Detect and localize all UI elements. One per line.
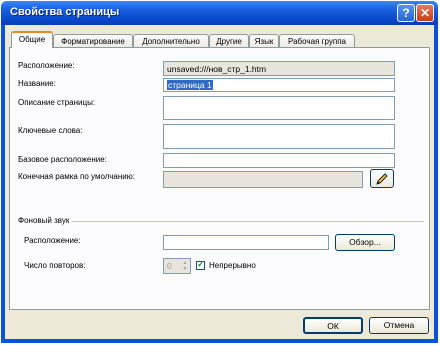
tab-workgroup[interactable]: Рабочая группа	[279, 34, 355, 47]
base-location-label: Базовое расположение:	[18, 155, 107, 164]
sound-location-label: Расположение:	[24, 236, 81, 245]
location-label: Расположение:	[18, 61, 75, 70]
section-divider	[72, 221, 424, 222]
pencil-icon	[376, 173, 388, 185]
dialog-title: Свойства страницы	[10, 6, 120, 18]
dialog-body: Общие Форматирование Дополнительно Други…	[5, 25, 434, 339]
page-properties-dialog: Свойства страницы ? ✕ Общие Форматирован…	[1, 1, 438, 343]
edit-target-frame-button[interactable]	[370, 169, 394, 188]
title-label: Название:	[18, 79, 56, 88]
cancel-button[interactable]: Отмена	[369, 317, 429, 334]
tab-general[interactable]: Общие	[11, 31, 53, 48]
background-sound-section-label: Фоновый звук	[18, 216, 70, 225]
location-value: unsaved:///нов_стр_1.htm	[167, 64, 267, 74]
loop-count-label: Число повторов:	[24, 261, 86, 270]
base-location-input[interactable]	[163, 153, 395, 168]
help-button[interactable]: ?	[397, 4, 415, 22]
close-button[interactable]: ✕	[416, 4, 434, 22]
description-input[interactable]	[163, 96, 395, 120]
default-target-frame-label: Конечная рамка по умолчанию:	[18, 172, 135, 181]
tab-language[interactable]: Язык	[249, 34, 279, 47]
keywords-input[interactable]	[163, 124, 395, 149]
continuous-checkbox[interactable]	[196, 259, 205, 270]
tab-advanced[interactable]: Дополнительно	[133, 34, 209, 47]
tab-other[interactable]: Другие	[209, 34, 249, 47]
default-target-frame-field	[163, 171, 363, 188]
ok-button[interactable]: ОК	[303, 317, 363, 334]
browse-button[interactable]: Обзор...	[335, 234, 395, 251]
title-bar[interactable]: Свойства страницы ? ✕	[1, 1, 438, 25]
stepper-down-icon: ▼	[182, 266, 188, 272]
loop-count-stepper: 0 ▲ ▼	[163, 258, 191, 274]
title-value: страница 1	[167, 80, 213, 90]
keywords-label: Ключевые слова:	[18, 126, 83, 135]
loop-count-value: 0	[167, 261, 172, 271]
tab-panel-general: Расположение: unsaved:///нов_стр_1.htm Н…	[9, 47, 430, 310]
sound-location-input[interactable]	[163, 235, 329, 250]
tab-formatting[interactable]: Форматирование	[53, 34, 133, 47]
continuous-label: Непрерывно	[209, 261, 256, 270]
title-input[interactable]: страница 1	[163, 78, 395, 92]
description-label: Описание страницы:	[18, 98, 96, 107]
location-field: unsaved:///нов_стр_1.htm	[163, 61, 395, 76]
